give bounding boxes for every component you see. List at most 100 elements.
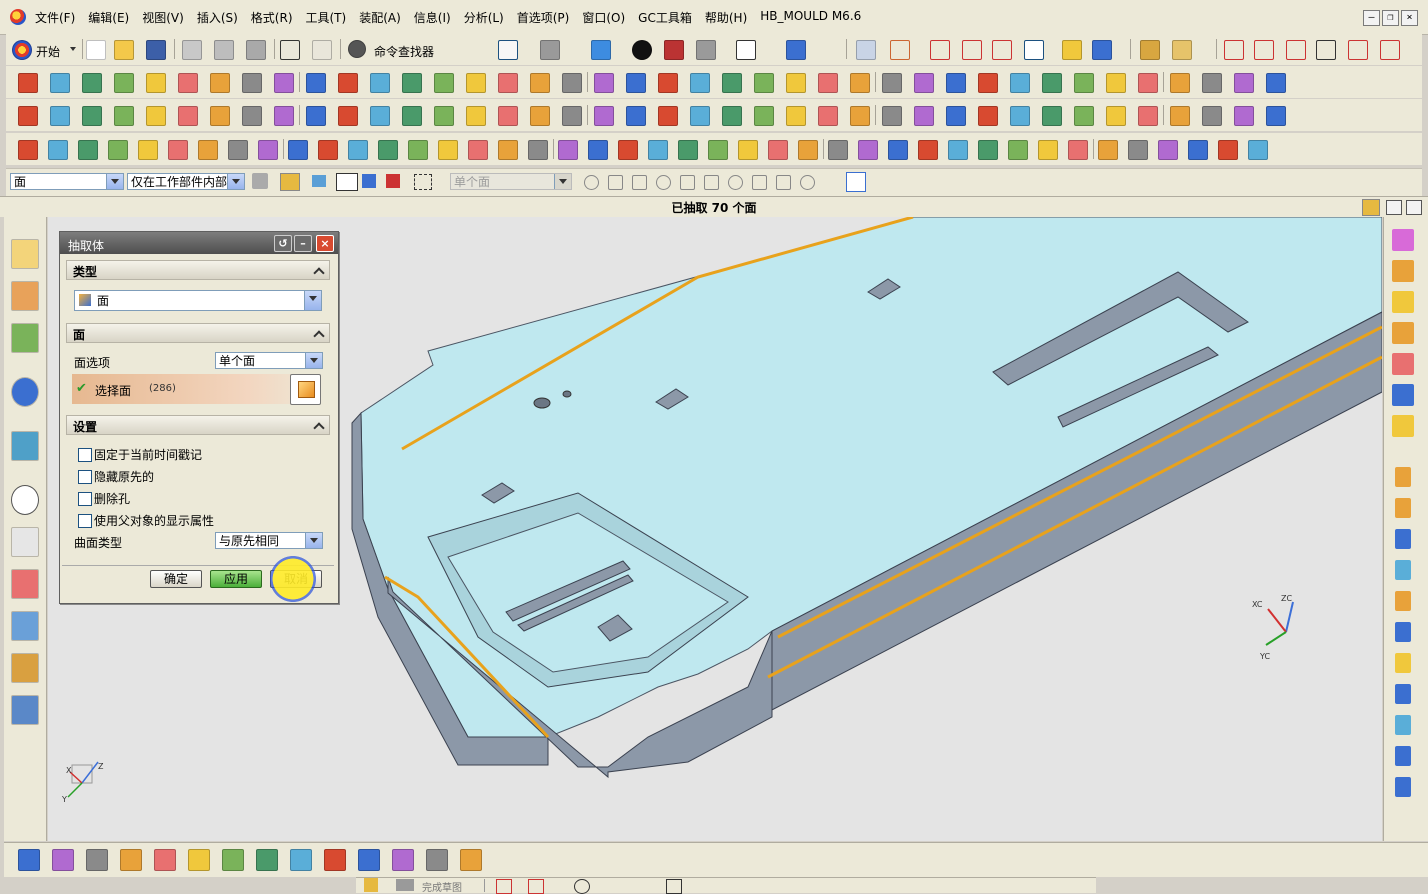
assembly-tool-icon-9[interactable] [290, 849, 312, 871]
menu-insert[interactable]: 插入(S) [194, 9, 248, 26]
type-filter-select[interactable]: 面 [10, 173, 124, 190]
part-navigator-icon[interactable] [11, 323, 39, 353]
mold-tool-icon-27[interactable] [798, 140, 818, 160]
mold-tool-icon-30[interactable] [888, 140, 908, 160]
vector-icon[interactable] [962, 40, 982, 60]
command-finder-button[interactable]: 命令查找器 [374, 43, 434, 60]
curve-icon[interactable] [1286, 40, 1306, 60]
feature-icon-9[interactable] [274, 73, 294, 93]
snap-point-icon-9[interactable] [776, 175, 791, 190]
snap-icon[interactable] [362, 174, 376, 188]
edit-feature-icon-14[interactable] [434, 106, 454, 126]
menu-window[interactable]: 窗口(O) [579, 9, 635, 26]
standard-part-icon-2[interactable] [1395, 498, 1411, 518]
mold-tool-icon-21[interactable] [618, 140, 638, 160]
mold-tool-icon-12[interactable] [348, 140, 368, 160]
text-icon[interactable] [1316, 40, 1336, 60]
save-icon[interactable] [146, 40, 166, 60]
chevron-down-icon[interactable] [305, 533, 322, 548]
select-face-row[interactable]: ✔ 选择面 (286) [72, 374, 324, 405]
standard-part-icon-11[interactable] [1395, 777, 1411, 797]
menu-help[interactable]: 帮助(H) [702, 9, 757, 26]
chevron-down-icon[interactable] [106, 174, 123, 189]
mold-tool-icon-6[interactable] [168, 140, 188, 160]
close-icon[interactable]: × [316, 235, 334, 252]
feature-icon-28[interactable] [882, 73, 902, 93]
show-hide-icon[interactable] [846, 172, 866, 192]
mold-tool-icon-37[interactable] [1098, 140, 1118, 160]
checkbox-parent-display[interactable] [78, 514, 92, 528]
feature-icon-30[interactable] [946, 73, 966, 93]
feature-icon-8[interactable] [242, 73, 262, 93]
menu-gc-toolbox[interactable]: GC工具箱 [635, 9, 702, 26]
type-select[interactable]: 面 [74, 290, 322, 311]
standard-part-icon-4[interactable] [1395, 560, 1411, 580]
assembly-tool-icon-7[interactable] [222, 849, 244, 871]
feature-icon-12[interactable] [370, 73, 390, 93]
measure-distance-icon[interactable] [1140, 40, 1160, 60]
edit-feature-icon-18[interactable] [562, 106, 582, 126]
checkbox-fix-timestamp[interactable] [78, 448, 92, 462]
edit-feature-icon-27[interactable] [850, 106, 870, 126]
hidden-edges-icon[interactable] [696, 40, 716, 60]
edit-feature-icon-23[interactable] [722, 106, 742, 126]
mold-tool-icon-18[interactable] [528, 140, 548, 160]
mold-tool-icon-5[interactable] [138, 140, 158, 160]
feature-icon-19[interactable] [594, 73, 614, 93]
mold-tool-icon-26[interactable] [768, 140, 788, 160]
assembly-tool-icon-6[interactable] [188, 849, 210, 871]
assembly-tool-icon-14[interactable] [460, 849, 482, 871]
standard-part-icon-3[interactable] [1395, 529, 1411, 549]
feature-icon-27[interactable] [850, 73, 870, 93]
feature-icon-3[interactable] [82, 73, 102, 93]
edit-feature-icon-7[interactable] [210, 106, 230, 126]
mold-tool-icon-15[interactable] [438, 140, 458, 160]
process-studio-icon[interactable] [11, 569, 39, 599]
face-rule-select[interactable]: 单个面 [450, 173, 572, 190]
snap-point-icon-8[interactable] [752, 175, 767, 190]
section-view-icon[interactable] [664, 40, 684, 60]
mold-tool-icon-7[interactable] [198, 140, 218, 160]
view-tool-icon-4[interactable] [1392, 322, 1414, 344]
feature-icon-16[interactable] [498, 73, 518, 93]
finish-sketch-icon[interactable] [396, 879, 414, 891]
close-window-button[interactable]: × [1401, 10, 1418, 26]
mold-tool-icon-33[interactable] [978, 140, 998, 160]
edit-feature-icon-25[interactable] [786, 106, 806, 126]
mold-tool-icon-3[interactable] [78, 140, 98, 160]
standard-part-icon-1[interactable] [1395, 467, 1411, 487]
feature-icon-13[interactable] [402, 73, 422, 93]
paste-icon[interactable] [246, 40, 266, 60]
mold-tool-icon-36[interactable] [1068, 140, 1088, 160]
edit-feature-icon-3[interactable] [82, 106, 102, 126]
feature-icon-38[interactable] [1202, 73, 1222, 93]
edit-feature-icon-17[interactable] [530, 106, 550, 126]
feature-icon-23[interactable] [722, 73, 742, 93]
chevron-down-icon[interactable] [554, 174, 571, 189]
maximize-pane-icon[interactable] [1406, 200, 1422, 215]
standard-part-icon-10[interactable] [1395, 746, 1411, 766]
feature-icon-5[interactable] [146, 73, 166, 93]
offset-curve-icon[interactable] [1380, 40, 1400, 60]
assembly-tool-icon-1[interactable] [18, 849, 40, 871]
ok-button[interactable]: 确定 [150, 570, 202, 588]
edit-feature-icon-21[interactable] [658, 106, 678, 126]
edit-feature-icon-36[interactable] [1138, 106, 1158, 126]
snap-point-icon-6[interactable] [704, 175, 719, 190]
dialog-title-bar[interactable]: 抽取体 ↺ – × [60, 232, 338, 254]
edit-feature-icon-29[interactable] [914, 106, 934, 126]
edit-feature-icon-31[interactable] [978, 106, 998, 126]
mold-tool-icon-41[interactable] [1218, 140, 1238, 160]
orient-view-icon[interactable] [540, 40, 560, 60]
constraint-navigator-icon[interactable] [11, 281, 39, 311]
mold-tool-icon-34[interactable] [1008, 140, 1028, 160]
assembly-navigator-icon[interactable] [11, 239, 39, 269]
view-tool-icon-6[interactable] [1392, 384, 1414, 406]
edit-feature-icon-2[interactable] [50, 106, 70, 126]
surface-type-select[interactable]: 与原先相同 [215, 532, 323, 549]
feature-icon-14[interactable] [434, 73, 454, 93]
feature-icon-15[interactable] [466, 73, 486, 93]
edit-feature-icon-6[interactable] [178, 106, 198, 126]
cut-icon[interactable] [182, 40, 202, 60]
checkbox-delete-holes[interactable] [78, 492, 92, 506]
